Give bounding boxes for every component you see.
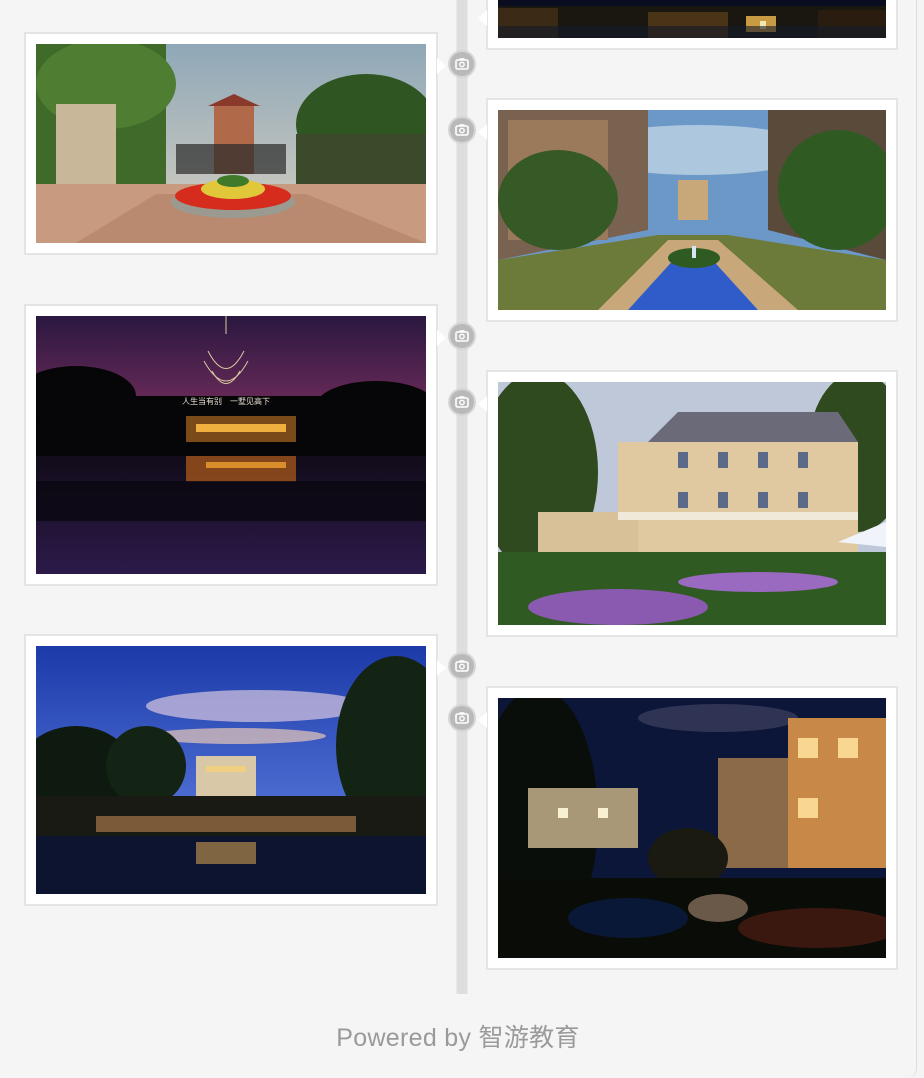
timeline-card[interactable] [478,686,898,970]
powered-by-footer: Powered by 智游教育 [336,1024,580,1052]
timeline-rail [456,0,468,994]
timeline-card[interactable] [24,32,446,255]
post-photo[interactable] [36,44,426,243]
post-photo[interactable] [498,382,886,625]
post-photo[interactable] [36,646,426,894]
timeline-card[interactable] [478,0,898,50]
timeline-card[interactable] [24,634,446,906]
timeline-card[interactable] [478,370,898,637]
post-photo[interactable] [498,110,886,310]
timeline-page: 人生当有别 一墅见高下 Powered by 智游教育 [0,0,917,1078]
post-photo[interactable] [498,0,886,38]
timeline-card[interactable] [478,98,898,322]
photo-overlay-text: 人生当有别 一墅见高下 [182,396,270,406]
camera-icon[interactable] [448,652,476,680]
camera-icon[interactable] [448,116,476,144]
camera-icon[interactable] [448,388,476,416]
camera-icon[interactable] [448,704,476,732]
timeline-card[interactable]: 人生当有别 一墅见高下 [24,304,446,586]
camera-icon[interactable] [448,322,476,350]
post-photo[interactable] [498,698,886,958]
post-photo[interactable]: 人生当有别 一墅见高下 [36,316,426,574]
camera-icon[interactable] [448,50,476,78]
